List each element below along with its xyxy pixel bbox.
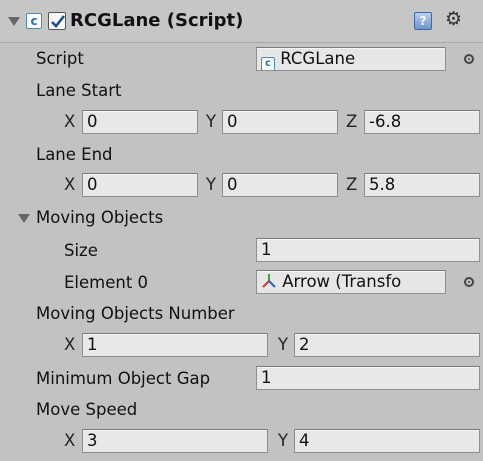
component-header[interactable]: c RCGLane (Script) ? ⚙ (0, 0, 483, 43)
mon-y-input[interactable]: 2 (294, 333, 480, 357)
move-speed-y-label[interactable]: Y (278, 431, 288, 451)
lane-start-y-input[interactable]: 0 (222, 110, 338, 134)
move-speed-label: Move Speed (36, 400, 138, 419)
size-input[interactable]: 1 (256, 238, 480, 262)
help-icon[interactable]: ? (414, 12, 432, 30)
script-field[interactable]: c RCGLane (256, 47, 446, 71)
lane-end-y-input[interactable]: 0 (222, 173, 338, 197)
element-0-field[interactable]: Arrow (Transfo (256, 270, 446, 294)
minimum-object-gap-input[interactable]: 1 (256, 366, 480, 390)
object-picker-icon[interactable] (464, 54, 474, 64)
lane-end-x-label[interactable]: X (64, 175, 75, 195)
script-value: RCGLane (280, 49, 356, 68)
mon-x-label[interactable]: X (64, 335, 75, 355)
lane-end-label: Lane End (36, 145, 113, 164)
lane-start-z-input[interactable]: -6.8 (364, 110, 480, 134)
size-label: Size (64, 241, 98, 260)
component-enabled-checkbox[interactable] (48, 12, 66, 30)
moving-objects-number-label: Moving Objects Number (36, 304, 235, 323)
moving-objects-label[interactable]: Moving Objects (36, 208, 163, 228)
lane-end-x-input[interactable]: 0 (82, 173, 198, 197)
lane-start-label: Lane Start (36, 81, 122, 100)
lane-start-y-label[interactable]: Y (206, 112, 216, 132)
move-speed-y-input[interactable]: 4 (294, 429, 480, 453)
script-label: Script (36, 49, 84, 68)
minimum-object-gap-label: Minimum Object Gap (36, 369, 211, 388)
lane-end-y-label[interactable]: Y (206, 175, 216, 195)
lane-start-z-label[interactable]: Z (346, 112, 357, 132)
script-icon: c (26, 13, 42, 29)
mon-x-input[interactable]: 1 (82, 333, 268, 357)
object-picker-icon[interactable] (464, 277, 474, 287)
script-icon: c (261, 57, 275, 70)
element-0-value: Arrow (Transfo (282, 272, 402, 291)
element-0-label: Element 0 (64, 273, 149, 292)
transform-icon (262, 274, 276, 288)
moving-objects-foldout-icon[interactable] (18, 214, 30, 223)
lane-end-z-label[interactable]: Z (346, 175, 357, 195)
lane-start-x-label[interactable]: X (64, 112, 75, 132)
mon-y-label[interactable]: Y (278, 335, 288, 355)
lane-end-z-input[interactable]: 5.8 (364, 173, 480, 197)
foldout-arrow-icon[interactable] (8, 17, 20, 26)
gear-icon[interactable]: ⚙ (445, 9, 462, 29)
checkmark-icon (51, 15, 66, 28)
component-title: RCGLane (Script) (70, 10, 244, 31)
move-speed-x-input[interactable]: 3 (82, 429, 268, 453)
lane-start-x-input[interactable]: 0 (82, 110, 198, 134)
move-speed-x-label[interactable]: X (64, 431, 75, 451)
